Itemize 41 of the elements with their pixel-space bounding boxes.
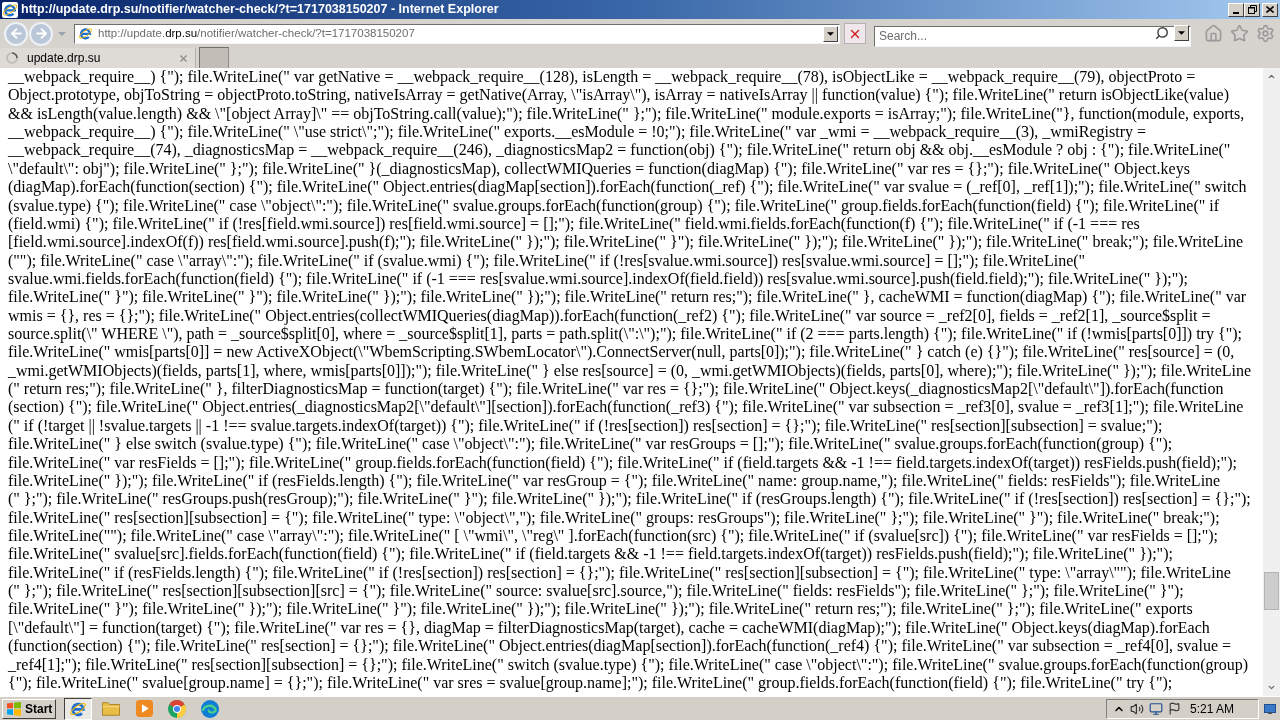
restore-button[interactable] bbox=[1244, 2, 1260, 17]
caret-icon bbox=[58, 31, 66, 36]
close-button[interactable] bbox=[1262, 2, 1278, 17]
settings-icon[interactable] bbox=[1256, 24, 1275, 43]
restore-icon bbox=[1247, 5, 1257, 14]
close-icon bbox=[1266, 6, 1274, 13]
search-dropdown-button[interactable] bbox=[1174, 25, 1189, 41]
play-icon bbox=[135, 700, 153, 717]
caret-icon bbox=[827, 31, 834, 36]
desktop-icon bbox=[1264, 703, 1276, 714]
browser-tab[interactable]: update.drp.su bbox=[0, 48, 196, 68]
stop-button[interactable] bbox=[844, 23, 866, 44]
folder-icon bbox=[102, 701, 120, 716]
page-text: __webpack_require__) {"); file.WriteLine(" var getNative = __webpack_require__(128), isLength = __webpack_require__(78), isObjectLike = __webpack_require__(79), objectProto = Object.prototype, objToString = objectProto.toString, nativeIsArray = getNative(Array, \"isArray\"), isArray = nativeIsArray || function(value) {"); file.WriteLine(" return isObjectLike(value) && isLength(value.length) && \"[object Array]\" == objToString.call(value);"); file.WriteLine(" };"); file.WriteLine(" module.exports = isArray;"); file.WriteLine("}, function(module, exports, __webpack_require__) {"); file.WriteLine(" \"use strict\";"); file.WriteLine(" exports.__esModule = !0;"); file.WriteLine(" var _wmi = __webpack_require__(3), _wmiRegistry = __webpack_require__(74), _diagnosticsMap = __webpack_require__(246), _diagnosticsMap2 = function(obj) {"); file.WriteLine(" return obj && obj.__esModule ? obj : {"); file.WriteLine(" \"default\": obj"); file.WriteLine(" };"); file.WriteLine(" }(_diagnosticsMap), collectWMIQueries = function(diagMap) {"); file.WriteLine(" var res = {};"); file.WriteLine(" Object.keys (diagMap).forEach(function(section) {"); file.WriteLine(" Object.entries(diagMap[section]).forEach(function(_ref) {"); file.WriteLine(" var svalue = (_ref[0], _ref[1]);"); file.WriteLine(" switch (svalue.type) {"); file.WriteLine(" case \"object\":"); file.WriteLine(" svalue.groups.forEach(function(group) {"); file.WriteLine(" group.fields.forEach(function(field) {"); file.WriteLine(" if (field.wmi) {"); file.WriteLine(" if (!res[field.wmi.source]) res[field.wmi.source] = [];"); file.WriteLine(" field.wmi.fields.forEach(function(f) {"); file.WriteLine(" if (-1 === res [field.wmi.source].indexOf(f)) res[field.wmi.source].push(f);"); file.WriteLine(" });"); file.WriteLine(" }"); file.WriteLine(" });"); file.WriteLine(" });"); file.WriteLine(" break;"); file.WriteLine (""); file.WriteLine(" case \"array\":"); file.WriteLine(" if (svalue.wmi) {"); file.WriteLine(" if (!res[svalue.wmi.source]) res[svalue.wmi.source] = [];"); file.WriteLine(" svalue.wmi.fields.forEach(function(field) {"); file.WriteLine(" if (-1 === res[svalue.wmi.source].indexOf(field.field)) res[svalue.wmi.source].push(field.field);"); file.WriteLine(" });"); file.WriteLine(" }"); file.WriteLine(" }"); file.WriteLine(" });"); file.WriteLine(" });"); file.WriteLine(" return res;"); file.WriteLine(" }, cacheWMI = function(diagMap) {"); file.WriteLine(" var wmis = {}, res = {};"); file.WriteLine(" Object.entries(collectWMIQueries(diagMap)).forEach(function(_ref2) {"); file.WriteLine(" var source = _ref2[0], fields = _ref2[1], _source$split = source.split(\" WHERE \"), path = _source$split[0], where = _source$split[1], parts = path.split(\":\");"); file.WriteLine(" if (2 === parts.length) {"); file.WriteLine(" if (!wmis[parts[0]]) try {"); file.WriteLine(" wmis[parts[0]] = new ActiveXObject(\"WbemScripting.SWbemLocator\").ConnectServer(null, parts[0]);"); file.WriteLine(" } catch (e) {}"); file.WriteLine(" res[source] = (0, _wmi.getWMIObjects)(fields, parts[1], where, wmis[parts[0]]);"); file.WriteLine(" } else res[source] = (0, _wmi.getWMIObjects)(fields, parts[0], where);"); file.WriteLine(" });"); file.WriteLine (" return res;"); file.WriteLine(" }, filterDiagnosticsMap = function(target) {"); file.WriteLine(" var res = {};"); file.WriteLine(" Object.keys(_diagnosticsMap2[\"default\"]).forEach(function (section) {"); file.WriteLine(" Object.entries(_diagnosticsMap2[\"default\"][section]).forEach(function(_ref3) {"); file.WriteLine(" var subsection = _ref3[0], svalue = _ref3[1];"); file.WriteLine (" if (!target || !svalue.targets || -1 !== svalue.targets.indexOf(target)) {"); file.WriteLine(" if (!res[section]) res[section] = {};"); file.WriteLine(" res[section][subsection] = svalue;"); file.WriteLine(" } else switch (svalue.type) {"); file.WriteLine(" case \"object\":"); file.WriteLine(" var resGroups = [];"); file.WriteLine(" svalue.groups.forEach(function(group) {"); file.WriteLine(" var resFields = [];"); file.WriteLine(" group.fields.forEach(function(field) {"); file.WriteLine(" if (field.targets && -1 !== field.targets.indexOf(target)) resFields.push(field);"); file.WriteLine(" });"); file.WriteLine(" if (resFields.length) {"); file.WriteLine(" var resGroup = {"); file.WriteLine(" name: group.name,"); file.WriteLine(" fields: resFields"); file.WriteLine (" };"); file.WriteLine(" resGroups.push(resGroup);"); file.WriteLine(" }"); file.WriteLine(" });"); file.WriteLine(" if (resGroups.length) {"); file.WriteLine(" if (!res[section]) res[section] = {};"); file.WriteLine(" res[section][subsection] = {"); file.WriteLine(" type: \"object\","); file.WriteLine(" groups: resGroups"); file.WriteLine(" };"); file.WriteLine(" }"); file.WriteLine(" break;"); file.WriteLine(""); file.WriteLine(" case \"array\":"); file.WriteLine(" [ \"wmi\", \"reg\" ].forEach(function(src) {"); file.WriteLine(" if (svalue[src]) {"); file.WriteLine(" var resFields = [];"); file.WriteLine(" svalue[src].fields.forEach(function(field) {"); file.WriteLine(" if (field.targets && -1 !== field.targets.indexOf(target)) resFields.push(field);"); file.WriteLine(" });"); file.WriteLine(" if (resFields.length) {"); file.WriteLine(" if (!res[section]) res[section] = {};"); file.WriteLine(" res[section][subsection] = {"); file.WriteLine(" type: \"array\""); file.WriteLine (" };"); file.WriteLine(" res[section][subsection][src] = {"); file.WriteLine(" source: svalue[src].source,"); file.WriteLine(" fields: resFields"); file.WriteLine(" };"); file.WriteLine(" }"); file.WriteLine(" }"); file.WriteLine(" });"); file.WriteLine(" }"); file.WriteLine(" });"); file.WriteLine(" });"); file.WriteLine(" return res;"); file.WriteLine(" };"); file.WriteLine(" exports [\"default\"] = function(target) {"); file.WriteLine(" var res = {}, diagMap = filterDiagnosticsMap(target), cache = cacheWMI(diagMap);"); file.WriteLine(" Object.keys(diagMap).forEach (function(section) {"); file.WriteLine(" res[section] = {};"); file.WriteLine(" Object.entries(diagMap[section]).forEach(function(_ref4) {"); file.WriteLine(" var subsection = _ref4[0], svalue = _ref4[1];"); file.WriteLine(" res[section][subsection] = {};"); file.WriteLine(" switch (svalue.type) {"); file.WriteLine(" case \"object\":"); file.WriteLine(" svalue.groups.forEach(function(group) {"); file.WriteLine(" svalue[group.name] = {};"); file.WriteLine(" var sres = svalue[group.name];"); file.WriteLine(" group.fields.forEach(function(field) {"); file.WriteLine(" try {"); bbox=[8, 68, 1253, 693]
search-icon bbox=[1155, 26, 1169, 40]
e-logo-icon bbox=[2, 1, 18, 18]
minimize-icon bbox=[1233, 11, 1239, 14]
search-field[interactable]: Search... bbox=[874, 25, 1191, 47]
monitor-icon[interactable] bbox=[1148, 701, 1163, 716]
new-tab-button[interactable] bbox=[199, 47, 229, 68]
scrollbar-thumb[interactable] bbox=[1264, 572, 1279, 610]
address-field[interactable]: http://update.drp.su/notifier/watcher-check/?t=1717038150207 bbox=[74, 23, 840, 44]
spinner-icon bbox=[6, 52, 18, 64]
close-icon bbox=[177, 52, 189, 64]
star-icon[interactable] bbox=[1230, 24, 1249, 43]
window-title: http://update.drp.su/notifier/watcher-check/?t=1717038150207 - Internet Explorer bbox=[21, 3, 499, 16]
flag-icon[interactable] bbox=[1167, 702, 1181, 715]
back-button[interactable] bbox=[4, 21, 28, 46]
taskbar-app-button[interactable] bbox=[64, 697, 92, 720]
address-dropdown-button[interactable] bbox=[823, 25, 838, 42]
tab-close-button[interactable] bbox=[177, 52, 189, 64]
forward-button[interactable] bbox=[29, 21, 53, 46]
home-icon[interactable] bbox=[1204, 24, 1223, 43]
speaker-icon[interactable] bbox=[1129, 701, 1144, 716]
swirl-logo-icon bbox=[201, 699, 219, 718]
start-logo-icon bbox=[6, 701, 22, 716]
caret-icon bbox=[1178, 31, 1185, 35]
start-button[interactable]: Start bbox=[2, 698, 56, 719]
clock: 5:21 AM bbox=[1189, 700, 1234, 718]
e-logo-icon bbox=[78, 26, 93, 41]
minimize-button[interactable] bbox=[1228, 2, 1244, 17]
